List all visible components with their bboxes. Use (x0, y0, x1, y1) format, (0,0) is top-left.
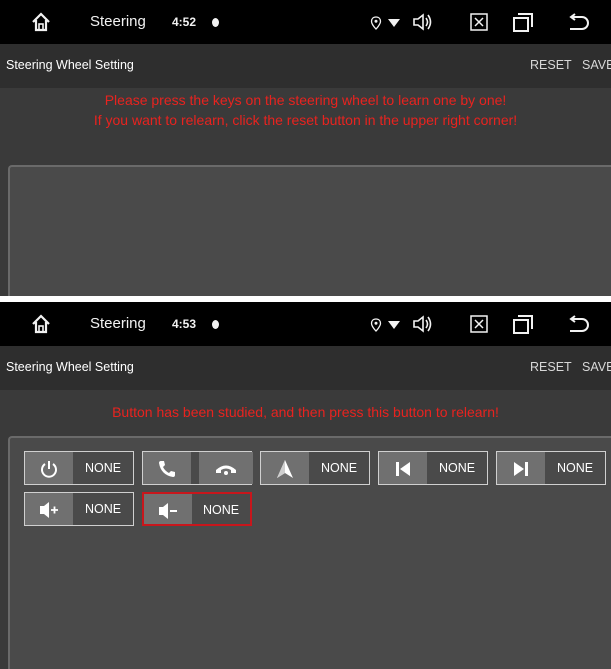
key-navigation-button[interactable]: NONE (260, 451, 370, 485)
key-label: NONE (556, 461, 594, 475)
key-volume-down-button[interactable]: NONE (142, 492, 252, 526)
relearn-message: Button has been studied, and then press … (0, 402, 611, 422)
phone-answer-icon (159, 461, 175, 477)
status-bar: Steering 4:52 (0, 0, 611, 44)
close-app-icon[interactable] (470, 13, 488, 31)
save-button[interactable]: SAVE (582, 58, 611, 72)
recent-apps-icon[interactable] (512, 12, 534, 32)
instruction-message: Please press the keys on the steering wh… (0, 90, 611, 130)
volume-icon[interactable] (412, 314, 434, 334)
close-app-icon[interactable] (470, 315, 488, 333)
key-label: NONE (84, 461, 122, 475)
title-bar: Steering Wheel Setting RESET SAVE (0, 346, 611, 390)
recent-apps-icon[interactable] (512, 314, 534, 334)
key-label: NONE (84, 502, 122, 516)
screen-learned: Steering 4:53 Steering Wheel Setting RES… (0, 302, 611, 669)
next-track-icon (514, 462, 528, 476)
home-icon[interactable] (30, 313, 52, 335)
page-title: Steering Wheel Setting (6, 360, 134, 374)
volume-up-icon (40, 502, 58, 518)
screen-learning: Steering 4:52 Steering Wheel Setting RES… (0, 0, 611, 296)
phone-hangup-icon (216, 465, 236, 475)
notification-dot-icon (212, 320, 219, 329)
instruction-line-1: Please press the keys on the steering wh… (104, 92, 507, 108)
wifi-icon (388, 19, 400, 27)
app-name: Steering (90, 13, 146, 30)
notification-dot-icon (212, 18, 219, 27)
volume-down-icon (159, 503, 177, 519)
navigation-icon (277, 460, 293, 478)
title-bar: Steering Wheel Setting RESET SAVE (0, 44, 611, 88)
volume-icon[interactable] (412, 12, 434, 32)
key-phone-button[interactable] (142, 451, 253, 485)
previous-track-icon (396, 462, 410, 476)
key-panel: NONE NONE NONE NONE NONE NONE (8, 436, 611, 669)
back-icon[interactable] (568, 13, 590, 31)
key-label: NONE (320, 461, 358, 475)
home-icon[interactable] (30, 11, 52, 33)
power-icon (41, 461, 57, 478)
relearn-line: Button has been studied, and then press … (112, 404, 499, 420)
clock: 4:52 (172, 15, 197, 29)
location-icon (370, 16, 382, 30)
status-bar: Steering 4:53 (0, 302, 611, 346)
key-next-button[interactable]: NONE (496, 451, 606, 485)
back-icon[interactable] (568, 315, 590, 333)
location-icon (370, 318, 382, 332)
clock: 4:53 (172, 317, 197, 331)
reset-button[interactable]: RESET (530, 360, 572, 374)
app-name: Steering (90, 315, 146, 332)
reset-button[interactable]: RESET (530, 58, 572, 72)
key-label: NONE (438, 461, 476, 475)
key-previous-button[interactable]: NONE (378, 451, 488, 485)
key-volume-up-button[interactable]: NONE (24, 492, 134, 526)
key-panel (8, 165, 611, 296)
page-title: Steering Wheel Setting (6, 58, 134, 72)
key-power-button[interactable]: NONE (24, 451, 134, 485)
key-label: NONE (202, 503, 240, 517)
instruction-line-2: If you want to relearn, click the reset … (93, 112, 518, 128)
save-button[interactable]: SAVE (582, 360, 611, 374)
wifi-icon (388, 321, 400, 329)
